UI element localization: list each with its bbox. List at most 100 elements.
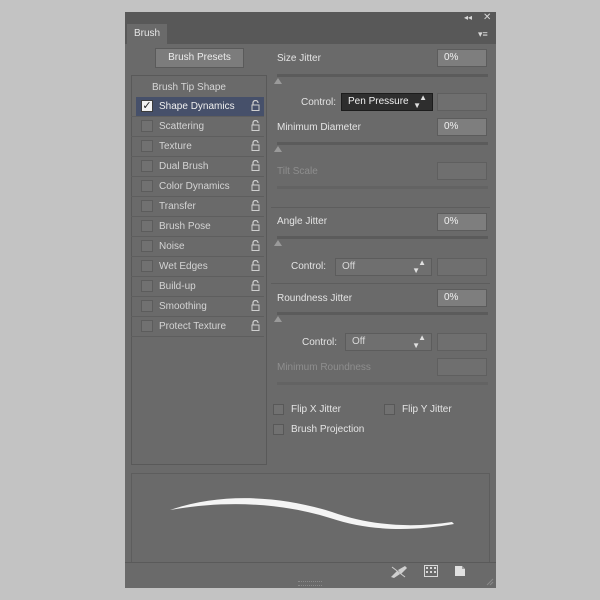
sidebar-item-checkbox[interactable] (141, 120, 153, 132)
size-jitter-slider-handle[interactable] (274, 78, 282, 84)
sidebar-item-checkbox[interactable] (141, 200, 153, 212)
lock-icon[interactable] (250, 119, 261, 132)
lock-icon[interactable] (250, 199, 261, 212)
minimum-diameter-slider-track[interactable] (277, 142, 488, 145)
flip-y-jitter-checkbox[interactable] (384, 404, 395, 415)
panel-menu-icon[interactable]: ▾≡ (478, 28, 488, 40)
panel-title-bar (125, 12, 496, 24)
minimum-diameter-field[interactable]: 0% (437, 118, 487, 136)
roundness-control-extra-field (437, 333, 487, 351)
size-control-label: Control: (301, 97, 337, 108)
lock-icon[interactable] (250, 279, 261, 292)
resize-grip[interactable] (298, 581, 322, 586)
collapse-icon[interactable]: ◂◂ (464, 12, 472, 24)
lock-icon[interactable] (250, 99, 261, 112)
sidebar-item-transfer[interactable]: Transfer (136, 197, 264, 216)
stepper-arrows-icon: ▲ ▼ (413, 93, 427, 110)
size-control-value: Pen Pressure (348, 96, 409, 107)
sidebar-item-scattering[interactable]: Scattering (136, 117, 264, 136)
roundness-jitter-slider-track[interactable] (277, 312, 488, 315)
sidebar-item-protect-texture[interactable]: Protect Texture (136, 317, 264, 336)
sidebar-item-color-dynamics[interactable]: Color Dynamics (136, 177, 264, 196)
size-jitter-slider-track[interactable] (277, 74, 488, 77)
sidebar-item-checkbox[interactable] (141, 160, 153, 172)
new-brush-icon[interactable] (454, 565, 466, 577)
sidebar-item-label: Noise (159, 241, 185, 252)
sidebar-item-smoothing[interactable]: Smoothing (136, 297, 264, 316)
roundness-jitter-field[interactable]: 0% (437, 289, 487, 307)
sidebar-item-checkbox[interactable] (141, 260, 153, 272)
sidebar-item-checkbox[interactable] (141, 280, 153, 292)
sidebar-item-label: Smoothing (159, 301, 207, 312)
lock-icon[interactable] (250, 219, 261, 232)
lock-icon[interactable] (250, 159, 261, 172)
sidebar-item-label: Color Dynamics (159, 181, 230, 192)
flip-x-jitter-checkbox[interactable] (273, 404, 284, 415)
flip-y-jitter-label: Flip Y Jitter (402, 404, 452, 415)
divider (271, 207, 490, 208)
roundness-control-label: Control: (302, 337, 338, 348)
brush-presets-button[interactable]: Brush Presets (155, 48, 244, 68)
sidebar-item-shape-dynamics[interactable]: ✓ Shape Dynamics (136, 97, 264, 116)
panel-tab-row (125, 24, 496, 44)
angle-jitter-slider-handle[interactable] (274, 240, 282, 246)
roundness-jitter-slider-handle[interactable] (274, 316, 282, 322)
sidebar-item-noise[interactable]: Noise (136, 237, 264, 256)
stepper-arrows-icon: ▲ ▼ (412, 258, 426, 275)
grid-icon[interactable] (424, 565, 438, 577)
angle-control-extra-field (437, 258, 487, 276)
sidebar-item-checkbox[interactable] (141, 180, 153, 192)
size-jitter-field[interactable]: 0% (437, 49, 487, 67)
sidebar-item-checkbox[interactable] (141, 320, 153, 332)
sidebar-item-label: Brush Pose (159, 221, 211, 232)
sidebar-item-checkbox[interactable] (141, 240, 153, 252)
sidebar-item-checkbox[interactable]: ✓ (141, 100, 153, 112)
corner-resize-icon[interactable] (486, 578, 494, 586)
minimum-diameter-slider-handle[interactable] (274, 146, 282, 152)
size-control-dropdown[interactable]: Pen Pressure ▲ ▼ (341, 93, 433, 111)
list-separator (131, 336, 264, 337)
sidebar-item-checkbox[interactable] (141, 300, 153, 312)
brush-toggle-icon[interactable] (390, 565, 408, 579)
sidebar-item-label: Shape Dynamics (159, 101, 235, 112)
tilt-scale-slider-track (277, 186, 488, 189)
sidebar-item-checkbox[interactable] (141, 140, 153, 152)
flip-x-jitter-label: Flip X Jitter (291, 404, 342, 415)
roundness-control-dropdown[interactable]: Off ▲ ▼ (345, 333, 432, 351)
lock-icon[interactable] (250, 299, 261, 312)
sidebar-item-dual-brush[interactable]: Dual Brush (136, 157, 264, 176)
lock-icon[interactable] (250, 259, 261, 272)
roundness-jitter-label: Roundness Jitter (277, 293, 353, 304)
lock-icon[interactable] (250, 319, 261, 332)
sidebar-item-label: Texture (159, 141, 192, 152)
tilt-scale-label: Tilt Scale (277, 166, 318, 177)
angle-control-value: Off (342, 261, 356, 272)
sidebar-item-build-up[interactable]: Build-up (136, 277, 264, 296)
size-jitter-label: Size Jitter (277, 53, 321, 64)
sidebar-item-brush-pose[interactable]: Brush Pose (136, 217, 264, 236)
angle-jitter-label: Angle Jitter (277, 216, 328, 227)
sidebar-item-label: Scattering (159, 121, 205, 132)
close-icon[interactable]: ✕ (483, 12, 491, 24)
stroke-preview-curve (170, 498, 454, 529)
lock-icon[interactable] (250, 239, 261, 252)
divider (271, 283, 490, 284)
brush-tip-shape-item[interactable]: Brush Tip Shape (137, 81, 261, 95)
lock-icon[interactable] (250, 179, 261, 192)
sidebar-item-label: Transfer (159, 201, 196, 212)
angle-jitter-slider-track[interactable] (277, 236, 488, 239)
minimum-roundness-label: Minimum Roundness (277, 362, 371, 373)
sidebar-item-wet-edges[interactable]: Wet Edges (136, 257, 264, 276)
tab-brush[interactable]: Brush (127, 24, 167, 44)
brush-projection-checkbox[interactable] (273, 424, 284, 435)
angle-control-dropdown[interactable]: Off ▲ ▼ (335, 258, 432, 276)
minimum-diameter-label: Minimum Diameter (277, 122, 361, 133)
sidebar-item-label: Protect Texture (159, 321, 227, 332)
angle-control-label: Control: (291, 261, 327, 272)
sidebar-item-label: Dual Brush (159, 161, 209, 172)
stepper-arrows-icon: ▲ ▼ (412, 333, 426, 350)
sidebar-item-checkbox[interactable] (141, 220, 153, 232)
lock-icon[interactable] (250, 139, 261, 152)
angle-jitter-field[interactable]: 0% (437, 213, 487, 231)
sidebar-item-texture[interactable]: Texture (136, 137, 264, 156)
